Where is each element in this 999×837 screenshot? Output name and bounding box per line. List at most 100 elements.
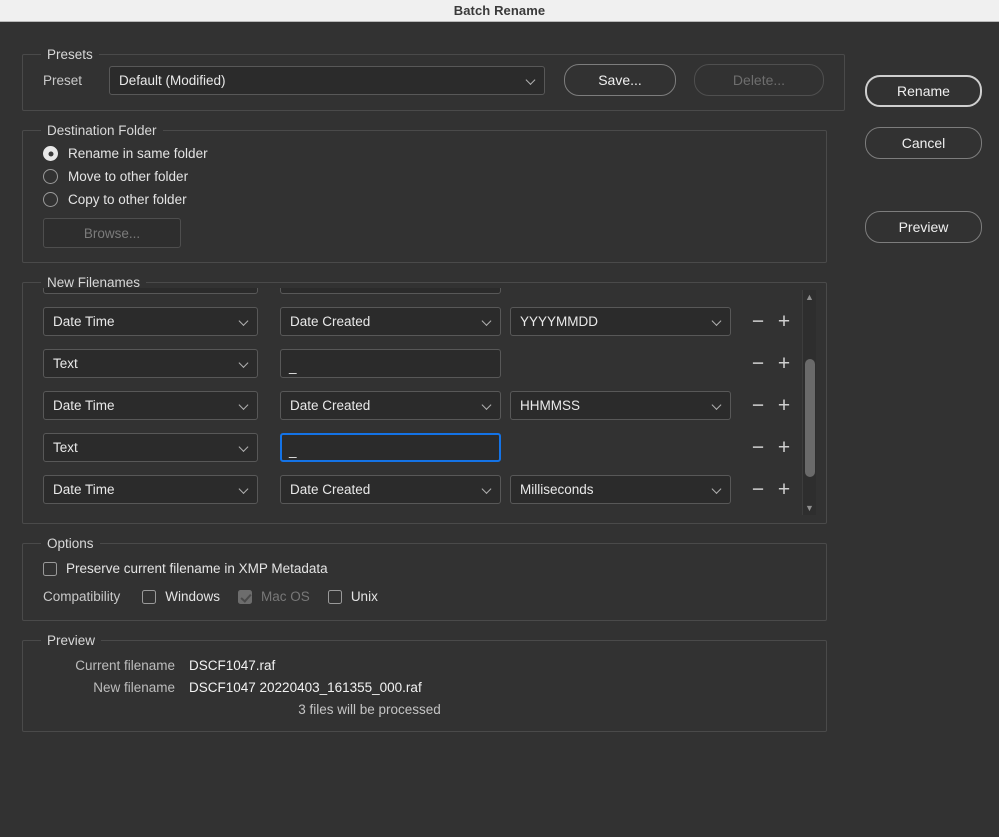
filename-row-format-dropdown[interactable]: HHMMSS <box>510 390 731 420</box>
filename-rows-scrollbar[interactable]: ▲ ▼ <box>802 290 816 515</box>
scroll-down-arrow-icon[interactable]: ▼ <box>803 501 816 515</box>
filename-row-format-value: HHMMSS <box>520 397 580 413</box>
remove-row-button[interactable]: − <box>745 311 771 332</box>
filename-row-type-dropdown[interactable]: Date Time <box>43 474 258 504</box>
new-filenames-group: New Filenames Date Time Date Created YYY… <box>22 275 827 524</box>
filename-row-text-input[interactable]: _ <box>280 348 501 378</box>
title-bar: Batch Rename <box>0 0 999 22</box>
remove-row-button[interactable]: − <box>745 395 771 416</box>
scrollbar-thumb[interactable] <box>805 359 815 477</box>
compat-option-label: Mac OS <box>261 589 310 604</box>
chevron-down-icon <box>240 317 249 326</box>
filename-row-type-dropdown[interactable]: Text <box>43 348 258 378</box>
filename-row-type-value: Date Time <box>53 397 115 413</box>
checkbox-icon <box>142 589 157 604</box>
preview-new-row: New filename DSCF1047 20220403_161355_00… <box>23 680 806 695</box>
destination-option-rename-same[interactable]: Rename in same folder <box>43 146 806 161</box>
table-row: Date Time Date Created <box>43 300 816 342</box>
chevron-down-icon <box>527 76 536 85</box>
filename-row-text-input-focused[interactable]: _ <box>280 432 501 462</box>
add-row-button[interactable]: + <box>771 311 797 332</box>
preview-current-row: Current filename DSCF1047.raf <box>23 658 806 673</box>
rename-button[interactable]: Rename <box>865 75 982 107</box>
table-row <box>43 288 816 300</box>
settings-column: Presets Preset Default (Modified) Save..… <box>22 47 845 744</box>
add-row-button[interactable]: + <box>771 353 797 374</box>
filename-row-type-dropdown[interactable]: Date Time <box>43 390 258 420</box>
filename-row-text-value: _ <box>289 442 297 458</box>
cancel-button[interactable]: Cancel <box>865 127 982 159</box>
filename-row-text-value: _ <box>289 358 297 374</box>
table-row: Date Time Date Created <box>43 384 816 426</box>
filename-row-source-dropdown[interactable]: Date Created <box>280 390 501 420</box>
table-row: Text _ − + <box>43 342 816 384</box>
filename-row-type-value: Text <box>53 439 78 455</box>
preset-dropdown[interactable]: Default (Modified) <box>109 65 545 95</box>
preset-dropdown-value: Default (Modified) <box>119 72 226 88</box>
save-preset-button[interactable]: Save... <box>564 64 676 96</box>
preview-new-value: DSCF1047 20220403_161355_000.raf <box>189 680 422 695</box>
filename-row-format-dropdown[interactable]: Milliseconds <box>510 474 731 504</box>
scroll-up-arrow-icon[interactable]: ▲ <box>803 290 816 304</box>
destination-folder-legend: Destination Folder <box>47 123 157 138</box>
preview-button[interactable]: Preview <box>865 211 982 243</box>
add-row-button[interactable]: + <box>771 437 797 458</box>
radio-icon <box>43 192 58 207</box>
destination-option-move-other[interactable]: Move to other folder <box>43 169 806 184</box>
chevron-down-icon <box>713 317 722 326</box>
filename-row-source-value: Date Created <box>290 481 371 497</box>
compat-option-macos: Mac OS <box>238 589 310 604</box>
browse-button: Browse... <box>43 218 181 248</box>
preview-legend: Preview <box>47 633 96 648</box>
destination-option-label: Move to other folder <box>68 169 189 184</box>
add-row-button[interactable]: + <box>771 395 797 416</box>
row-controls: − + <box>745 479 797 500</box>
remove-row-button[interactable]: − <box>745 437 771 458</box>
row-controls: − + <box>745 437 797 458</box>
chevron-down-icon <box>713 401 722 410</box>
row-controls: − + <box>745 311 797 332</box>
preview-current-value: DSCF1047.raf <box>189 658 276 673</box>
chevron-down-icon <box>713 485 722 494</box>
compat-option-unix[interactable]: Unix <box>327 589 378 604</box>
options-group: Options Preserve current filename in XMP… <box>22 536 827 621</box>
filename-row-source-dropdown[interactable] <box>280 288 501 294</box>
filename-row-format-dropdown[interactable]: YYYYMMDD <box>510 306 731 336</box>
preset-label: Preset <box>43 72 83 88</box>
checkbox-icon-checked <box>238 589 253 604</box>
radio-icon-selected <box>43 146 58 161</box>
preserve-filename-option[interactable]: Preserve current filename in XMP Metadat… <box>43 561 806 576</box>
presets-group: Presets Preset Default (Modified) Save..… <box>22 47 845 111</box>
preview-new-label: New filename <box>93 680 175 695</box>
filename-row-type-dropdown[interactable]: Date Time <box>43 306 258 336</box>
row-controls: − + <box>745 353 797 374</box>
chevron-down-icon <box>483 317 492 326</box>
add-row-button[interactable]: + <box>771 479 797 500</box>
dialog-body: Presets Preset Default (Modified) Save..… <box>0 22 999 837</box>
compatibility-row: Compatibility Windows Mac OS Unix <box>43 589 806 604</box>
filename-row-source-dropdown[interactable]: Date Created <box>280 474 501 504</box>
filename-row-source-value: Date Created <box>290 397 371 413</box>
compat-option-windows[interactable]: Windows <box>142 589 220 604</box>
scrollbar-track[interactable] <box>803 304 816 501</box>
preview-file-count-note: 3 files will be processed <box>298 702 441 717</box>
table-row: Text _ − + <box>43 426 816 468</box>
filename-row-type-dropdown[interactable] <box>43 288 258 294</box>
remove-row-button[interactable]: − <box>745 353 771 374</box>
delete-preset-button: Delete... <box>694 64 824 96</box>
filename-row-type-dropdown[interactable]: Text <box>43 432 258 462</box>
destination-option-copy-other[interactable]: Copy to other folder <box>43 192 806 207</box>
presets-legend: Presets <box>47 47 93 62</box>
chevron-down-icon <box>240 443 249 452</box>
checkbox-icon <box>327 589 342 604</box>
chevron-down-icon <box>240 359 249 368</box>
compatibility-label: Compatibility <box>43 589 121 604</box>
preview-group: Preview Current filename DSCF1047.raf Ne… <box>22 633 827 732</box>
filename-row-source-value: Date Created <box>290 313 371 329</box>
filename-rows-list: Date Time Date Created YYYYMMDD − + Text… <box>43 288 816 510</box>
filename-row-format-value: Milliseconds <box>520 481 594 497</box>
filename-rows-viewport: Date Time Date Created YYYYMMDD − + Text… <box>43 288 816 517</box>
destination-folder-group: Destination Folder Rename in same folder… <box>22 123 827 263</box>
filename-row-source-dropdown[interactable]: Date Created <box>280 306 501 336</box>
remove-row-button[interactable]: − <box>745 479 771 500</box>
